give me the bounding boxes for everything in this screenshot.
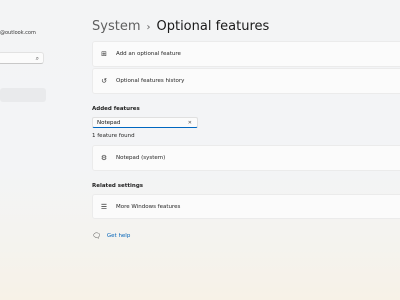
breadcrumb-separator: › xyxy=(146,22,151,33)
feature-item-notepad[interactable]: ⚙ Notepad (system) xyxy=(92,145,400,171)
search-value: Notepad xyxy=(97,120,121,126)
add-optional-feature-card[interactable]: ⊞ Add an optional feature xyxy=(92,41,400,67)
page-title: Optional features xyxy=(156,19,270,34)
feature-item-label: Notepad (system) xyxy=(116,155,166,161)
gear-icon: ⚙ xyxy=(100,154,108,162)
optional-features-history-label: Optional features history xyxy=(116,78,185,84)
account-email: @outlook.com xyxy=(0,30,36,36)
added-features-search-input[interactable]: Notepad ✕ xyxy=(92,117,198,128)
result-count: 1 feature found xyxy=(92,133,135,139)
related-settings-heading: Related settings xyxy=(92,183,144,189)
optional-features-history-card[interactable]: ↺ Optional features history xyxy=(92,68,400,94)
help-icon: 🗨 xyxy=(92,232,101,240)
get-help-label: Get help xyxy=(106,233,131,239)
history-icon: ↺ xyxy=(101,77,107,85)
nav-search-input[interactable]: ⌕ xyxy=(0,52,44,64)
add-optional-feature-label: Add an optional feature xyxy=(116,51,181,57)
close-icon[interactable]: ✕ xyxy=(188,119,192,127)
add-feature-icon: ⊞ xyxy=(101,50,107,58)
search-icon[interactable]: ⌕ xyxy=(36,55,39,62)
more-windows-features-card[interactable]: ☰ More Windows features xyxy=(92,194,400,219)
added-features-heading: Added features xyxy=(92,106,140,112)
list-icon: ☰ xyxy=(100,202,108,211)
nav-selected-item[interactable] xyxy=(0,88,46,102)
breadcrumb: System › Optional features xyxy=(92,16,269,39)
get-help-link[interactable]: 🗨 Get help xyxy=(92,232,130,240)
more-windows-features-label: More Windows features xyxy=(116,203,181,210)
breadcrumb-parent[interactable]: System xyxy=(92,19,140,34)
